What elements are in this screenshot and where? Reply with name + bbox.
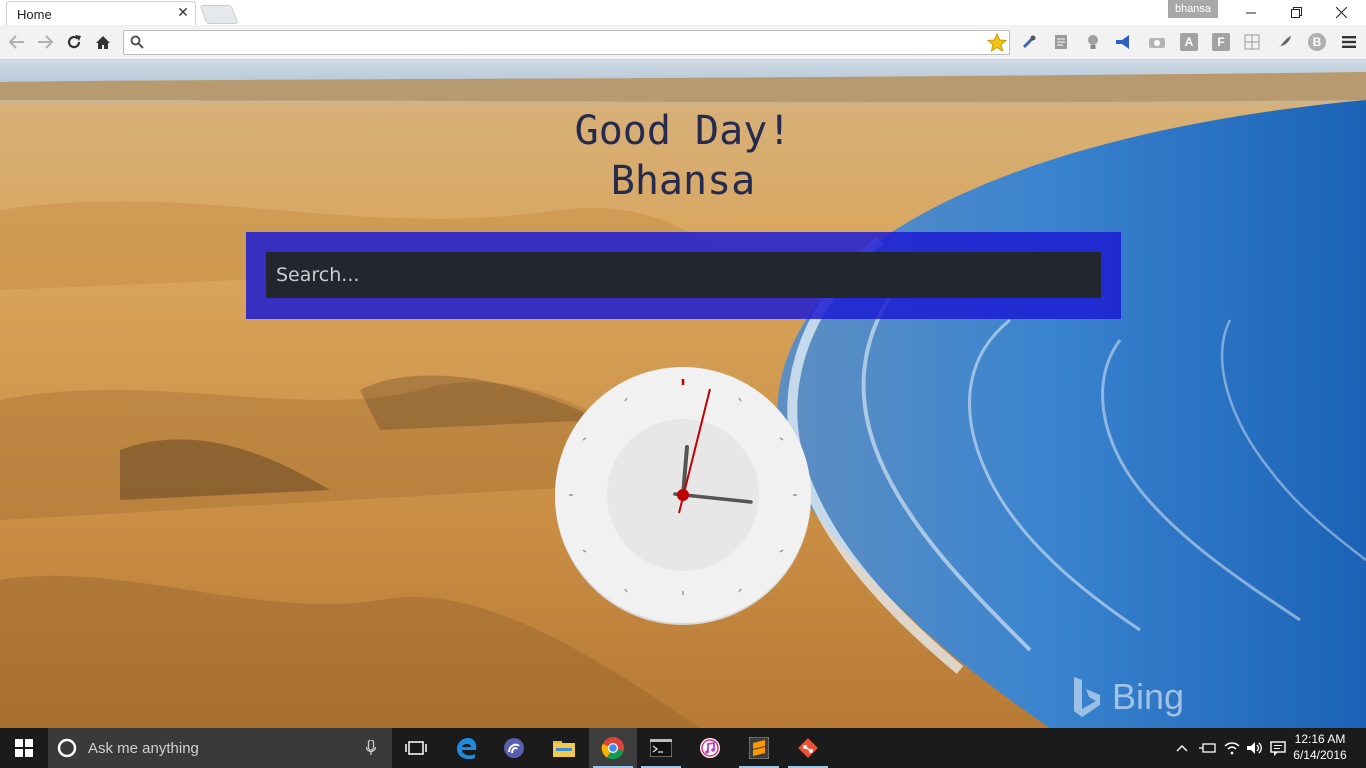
bookmark-star-icon[interactable] (987, 33, 1007, 53)
reload-button[interactable] (63, 31, 85, 53)
title-bar: Home ✕ bhansa (0, 0, 1366, 25)
sublime-icon[interactable] (735, 728, 783, 768)
lightbulb-icon[interactable] (1084, 33, 1102, 51)
grid-icon[interactable] (1243, 33, 1261, 51)
b-icon[interactable]: B (1308, 33, 1326, 51)
taskbar: Ask me anything 12:16 AM 6/14/2016 (0, 728, 1366, 768)
a-icon[interactable]: A (1180, 33, 1198, 51)
tab-title: Home (17, 7, 52, 22)
forward-button[interactable] (34, 31, 56, 53)
tab-home[interactable]: Home ✕ (6, 1, 196, 25)
microphone-icon (366, 740, 376, 755)
megaphone-icon[interactable] (1114, 33, 1132, 51)
close-icon (1335, 7, 1347, 18)
analog-clock (555, 367, 811, 625)
taskbar-time: 12:16 AM (1294, 732, 1346, 746)
cortana-placeholder: Ask me anything (88, 740, 199, 757)
omnibox[interactable] (123, 30, 1010, 55)
edge-icon[interactable] (442, 728, 490, 768)
menu-icon[interactable] (1340, 33, 1358, 51)
file-explorer-icon[interactable] (540, 728, 588, 768)
user-name-text: Bhansa (610, 158, 756, 204)
taskbar-date: 6/14/2016 (1293, 748, 1347, 762)
power-plug-icon[interactable] (1196, 728, 1220, 768)
reload-icon (67, 35, 81, 49)
page-icon[interactable] (1052, 33, 1070, 51)
cortana-icon (57, 738, 77, 758)
bing-watermark: Bing (1070, 675, 1184, 719)
restore-button[interactable] (1273, 0, 1319, 25)
wifi-icon[interactable] (1220, 728, 1244, 768)
forward-arrow-icon (38, 35, 53, 49)
browser-toolbar: A F B (0, 25, 1366, 60)
feather-icon[interactable] (1276, 33, 1294, 51)
eyedropper-icon[interactable] (1020, 33, 1038, 51)
action-center-icon[interactable] (1266, 728, 1290, 768)
minimize-button[interactable] (1228, 0, 1274, 25)
terminal-icon[interactable] (637, 728, 685, 768)
close-tab-icon[interactable]: ✕ (176, 5, 190, 19)
bing-logo-icon (1074, 677, 1100, 717)
restore-icon (1290, 7, 1302, 18)
bing-text: Bing (1112, 676, 1185, 717)
search-icon (130, 35, 144, 49)
search-input[interactable] (266, 252, 1101, 298)
show-hidden-icons-icon[interactable] (1172, 728, 1192, 768)
home-icon (96, 35, 110, 49)
cortana-search[interactable]: Ask me anything (48, 728, 392, 768)
camera-icon[interactable] (1148, 33, 1166, 51)
task-view-icon[interactable] (392, 728, 440, 768)
new-tab-button[interactable] (199, 5, 239, 24)
git-icon[interactable] (784, 728, 832, 768)
search-panel (246, 232, 1121, 319)
new-tab-page: Good Day! Bhansa Bing (0, 60, 1366, 728)
close-window-button[interactable] (1318, 0, 1364, 25)
back-arrow-icon (9, 35, 24, 49)
back-button[interactable] (6, 31, 28, 53)
f-icon[interactable]: F (1212, 33, 1230, 51)
greeting-text: Good Day! (574, 108, 792, 154)
profile-button[interactable]: bhansa (1168, 0, 1218, 18)
minimize-icon (1246, 12, 1256, 13)
start-button[interactable] (0, 728, 48, 768)
volume-icon[interactable] (1244, 728, 1266, 768)
clock-center (677, 489, 689, 501)
home-button[interactable] (92, 31, 114, 53)
chrome-icon[interactable] (589, 728, 637, 768)
taskbar-clock[interactable]: 12:16 AM 6/14/2016 (1287, 731, 1353, 763)
itunes-icon[interactable] (686, 728, 734, 768)
torrent-icon[interactable] (490, 728, 538, 768)
windows-logo-icon (15, 739, 33, 757)
